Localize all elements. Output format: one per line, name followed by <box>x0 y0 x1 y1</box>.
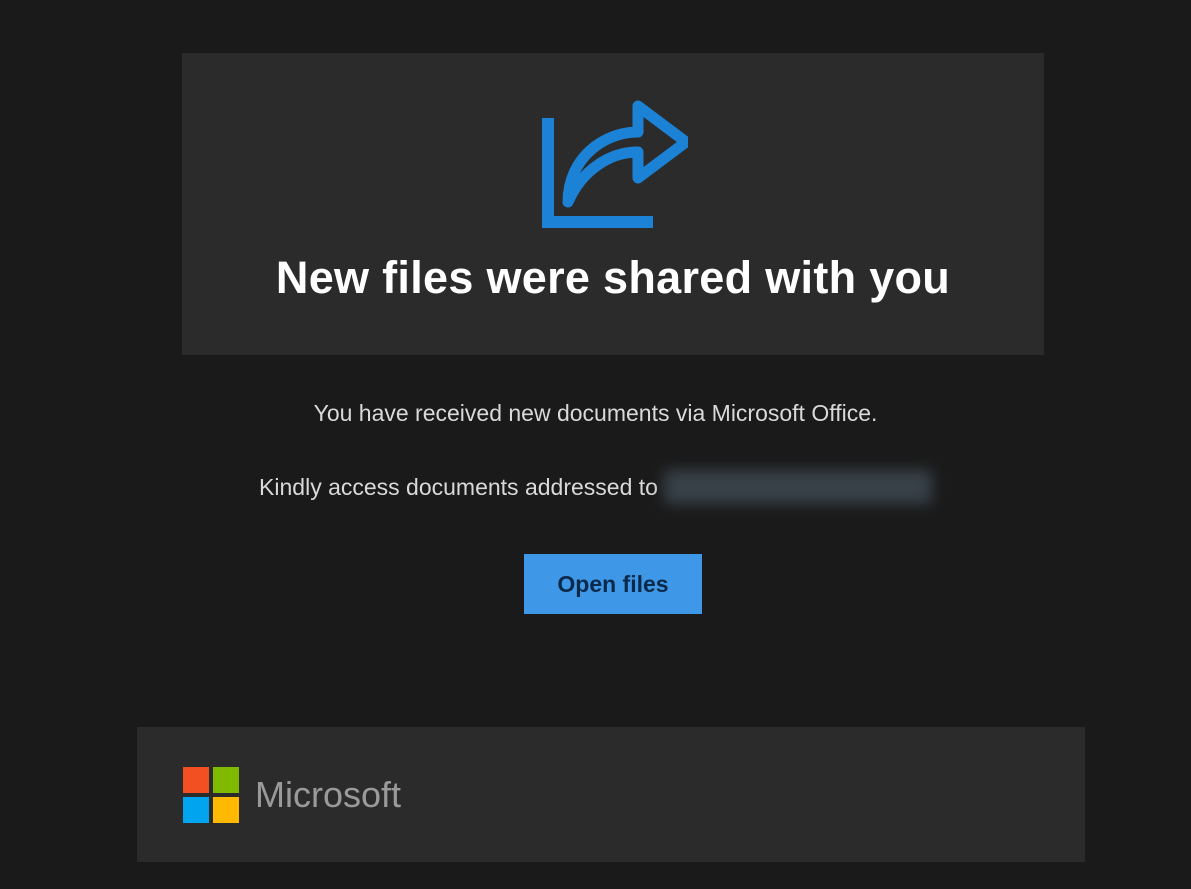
message-line-2-prefix: Kindly access documents addressed to <box>259 474 658 501</box>
message-line-1: You have received new documents via Micr… <box>0 400 1191 427</box>
footer-brand-text: Microsoft <box>255 774 401 816</box>
logo-square-red <box>183 767 209 793</box>
microsoft-logo-icon <box>183 767 239 823</box>
redacted-recipient <box>664 470 932 504</box>
hero-panel: New files were shared with you <box>182 53 1044 355</box>
logo-square-green <box>213 767 239 793</box>
logo-square-blue <box>183 797 209 823</box>
open-files-button[interactable]: Open files <box>524 554 702 614</box>
footer-panel: Microsoft <box>137 727 1085 862</box>
message-line-2: Kindly access documents addressed to <box>0 470 1191 504</box>
logo-square-yellow <box>213 797 239 823</box>
share-arrow-icon <box>538 98 688 232</box>
hero-title: New files were shared with you <box>276 252 950 304</box>
